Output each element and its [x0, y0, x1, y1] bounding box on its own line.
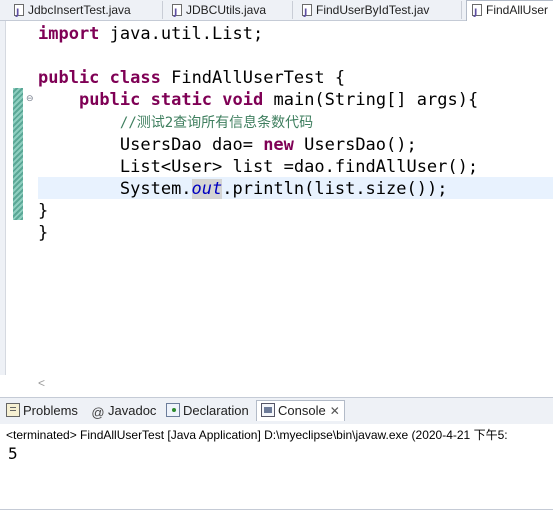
code-line-3: public class FindAllUserTest { [38, 68, 346, 88]
code-line-7: List<User> list =dao.findAllUser(); [119, 157, 479, 177]
code-line-5: //测试2查询所有信息条数代码 [119, 115, 314, 131]
tab-console[interactable]: Console ✕ [256, 400, 345, 421]
java-file-icon [302, 4, 312, 19]
change-ruler [6, 21, 23, 393]
tab-jdbc-utils[interactable]: JDBCUtils.java [164, 1, 293, 19]
view-tab-bar: Problems @ Javadoc Declaration Console ✕ [0, 397, 553, 425]
tab-label: JDBCUtils.java [186, 3, 267, 17]
tab-find-user-by-id-test[interactable]: FindUserByIdTest.jav [296, 1, 462, 19]
console-output: 5 [8, 444, 18, 463]
console-status-line: <terminated> FindAllUserTest [Java Appli… [6, 428, 508, 442]
horizontal-scrollbar[interactable]: < [0, 375, 553, 393]
fold-collapse-icon[interactable]: ⊖ [26, 94, 34, 104]
code-line-1: import java.util.List; [38, 24, 264, 44]
console-view[interactable]: <terminated> FindAllUserTest [Java Appli… [0, 424, 553, 510]
close-icon[interactable]: ✕ [330, 404, 340, 418]
scroll-left-arrow-icon[interactable]: < [38, 376, 45, 390]
declaration-icon [166, 403, 180, 417]
tab-label: FindUserByIdTest.jav [316, 3, 430, 17]
tab-javadoc[interactable]: @ Javadoc [91, 401, 156, 421]
tab-label: JdbcInsertTest.java [28, 3, 131, 17]
tab-problems[interactable]: Problems [6, 401, 78, 421]
java-file-icon [172, 4, 182, 19]
java-file-icon [14, 4, 24, 19]
code-line-8: System.out.println(list.size()); [119, 179, 448, 199]
code-line-10: } [38, 223, 49, 243]
code-text: import java.util.List; public class Find… [38, 23, 478, 244]
code-line-6: UsersDao dao= new UsersDao(); [119, 135, 417, 155]
editor-tab-bar: JdbcInsertTest.java JDBCUtils.java FindU… [0, 0, 553, 21]
console-icon [261, 403, 275, 417]
problems-icon [6, 403, 20, 417]
change-bar-marker [13, 88, 23, 220]
tab-jdbc-insert-test[interactable]: JdbcInsertTest.java [2, 1, 163, 19]
tab-find-all-user-test[interactable]: FindAllUser [466, 0, 553, 21]
tab-label: FindAllUser [486, 3, 549, 17]
at-icon: @ [91, 405, 105, 420]
code-line-4: public static void main(String[] args){ [78, 90, 479, 110]
code-line-9: } [38, 201, 49, 221]
tab-declaration[interactable]: Declaration [166, 401, 249, 421]
java-file-icon [472, 4, 482, 21]
code-editor[interactable]: ⊖ import java.util.List; public class Fi… [0, 21, 553, 393]
